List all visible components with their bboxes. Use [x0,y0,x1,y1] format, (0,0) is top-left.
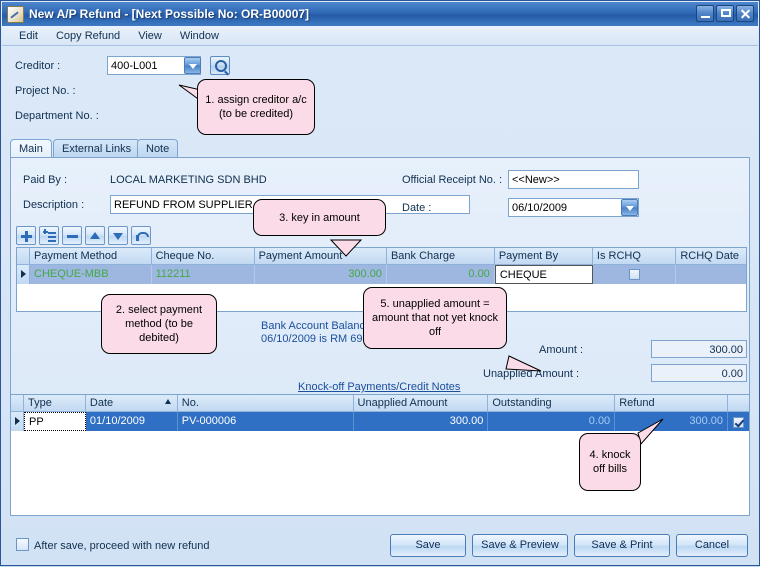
callout-2: 2. select payment method (to be debited) [101,294,217,354]
callout-4: 4. knock off bills [579,433,641,491]
callout-5: 5. unapplied amount = amount that not ye… [363,287,507,349]
callout-1: 1. assign creditor a/c (to be credited) [197,79,315,135]
callout-tails [104,84,664,446]
callout-3: 3. key in amount [253,199,386,236]
app-window: New A/P Refund - [Next Possible No: OR-B… [0,0,760,566]
